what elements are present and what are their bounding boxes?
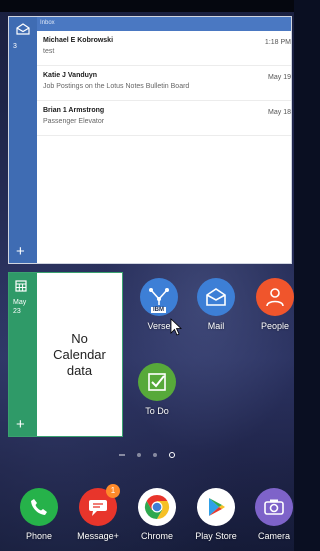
- mail-subject: Passenger Elevator: [43, 118, 105, 125]
- mail-icon: [197, 278, 235, 316]
- mail-time: 1:18 PM: [264, 39, 291, 46]
- mouse-cursor-icon: [170, 318, 183, 336]
- phone-icon: [20, 488, 58, 526]
- dock-app-chrome[interactable]: Chrome: [129, 488, 185, 541]
- app-label: Message+: [77, 531, 119, 541]
- page-indicator-lines: [119, 454, 125, 456]
- dock-app-phone[interactable]: Phone: [11, 488, 67, 541]
- app-todo[interactable]: To Do: [129, 363, 185, 416]
- mail-item[interactable]: Katie J Vanduyn Job Postings on the Lotu…: [37, 66, 291, 101]
- inbox-count: 3: [13, 43, 17, 50]
- notification-badge: 1: [106, 484, 120, 498]
- app-label: Phone: [25, 531, 53, 541]
- dock: Phone 1 Message+ Chrome Play Store Camer…: [0, 484, 294, 551]
- inbox-widget[interactable]: 3 + Inbox Michael E Kobrowski test 1:18 …: [8, 16, 292, 264]
- app-label: Chrome: [140, 531, 173, 541]
- mail-time: May 19: [268, 74, 291, 81]
- add-mail-button[interactable]: +: [16, 244, 25, 259]
- mail-sender: Michael E Kobrowski: [43, 37, 114, 44]
- chrome-icon: [138, 488, 176, 526]
- todo-icon: [138, 363, 176, 401]
- app-label: To Do: [145, 406, 169, 416]
- camera-icon: [255, 488, 293, 526]
- page-dot-home: [169, 452, 175, 458]
- mail-subject: Job Postings on the Lotus Notes Bulletin…: [43, 83, 190, 90]
- ibm-tag: IBM: [151, 307, 166, 313]
- people-icon: [256, 278, 294, 316]
- add-event-button[interactable]: +: [16, 417, 25, 432]
- page-dot: [137, 453, 141, 457]
- dock-app-messages[interactable]: 1 Message+: [70, 484, 126, 541]
- mail-item[interactable]: Michael E Kobrowski test 1:18 PM: [37, 31, 291, 66]
- inbox-sidebar: 3 +: [9, 17, 37, 263]
- app-label: Mail: [207, 321, 225, 331]
- dock-app-playstore[interactable]: Play Store: [188, 488, 244, 541]
- mail-time: May 18: [268, 109, 291, 116]
- mail-item[interactable]: Brian 1 Armstrong Passenger Elevator May…: [37, 101, 291, 136]
- app-label: Play Store: [195, 531, 237, 541]
- dock-app-camera[interactable]: Camera: [246, 488, 302, 541]
- calendar-empty-text: No Calendar data: [53, 330, 106, 378]
- page-indicator: [0, 452, 294, 458]
- app-label: Camera: [257, 531, 290, 541]
- app-mail[interactable]: Mail: [188, 278, 244, 331]
- calendar-month: May: [13, 299, 27, 306]
- mail-open-icon: [16, 23, 30, 35]
- status-bar: [0, 0, 294, 12]
- calendar-sidebar: May 23 +: [9, 273, 37, 436]
- app-people[interactable]: People: [247, 278, 303, 331]
- mail-sender: Katie J Vanduyn: [43, 72, 98, 79]
- calendar-grid-icon: [15, 280, 27, 292]
- mail-subject: test: [43, 48, 55, 55]
- verse-icon: IBM: [140, 278, 178, 316]
- calendar-widget[interactable]: May 23 + No Calendar data: [8, 272, 123, 437]
- calendar-day: 23: [13, 308, 21, 315]
- mail-sender: Brian 1 Armstrong: [43, 107, 105, 114]
- page-dot: [153, 453, 157, 457]
- mail-list: Michael E Kobrowski test 1:18 PM Katie J…: [37, 31, 291, 263]
- messages-icon: 1: [79, 484, 120, 526]
- inbox-header: Inbox: [37, 17, 291, 31]
- play-store-icon: [197, 488, 235, 526]
- app-label: People: [260, 321, 290, 331]
